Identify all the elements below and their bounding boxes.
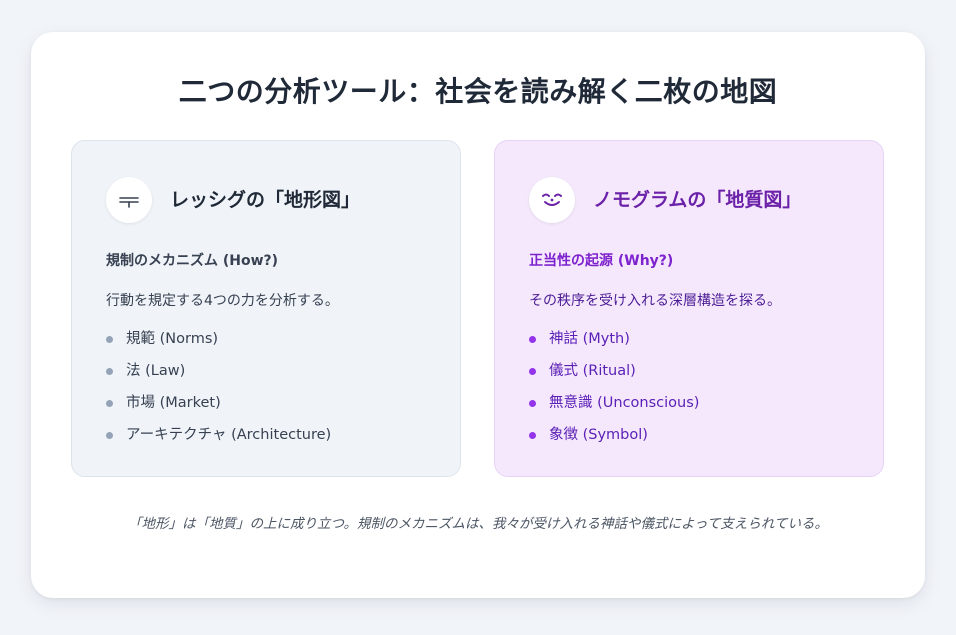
bullet-icon	[529, 368, 536, 375]
road-icon	[106, 177, 152, 223]
bullet-icon	[529, 400, 536, 407]
bullet-icon	[106, 432, 113, 439]
list-item: 市場 (Market)	[106, 393, 331, 425]
panel-description: 行動を規定する4つの力を分析する。	[106, 293, 339, 309]
list-item: 無意識 (Unconscious)	[529, 393, 699, 425]
structure-list: 神話 (Myth) 儀式 (Ritual) 無意識 (Unconscious) …	[529, 329, 699, 457]
panel-description: その秩序を受け入れる深層構造を探る。	[529, 293, 781, 309]
bullet-icon	[529, 432, 536, 439]
bullet-icon	[529, 336, 536, 343]
force-list: 規範 (Norms) 法 (Law) 市場 (Market) アーキテクチャ (…	[106, 329, 331, 457]
list-item: 儀式 (Ritual)	[529, 361, 699, 393]
bullet-icon	[106, 400, 113, 407]
panel-heading: ノモグラムの「地質図」	[593, 189, 802, 211]
list-item: 象徴 (Symbol)	[529, 425, 699, 457]
list-item: 規範 (Norms)	[106, 329, 331, 361]
bullet-icon	[106, 368, 113, 375]
nomogram-geological-map-panel: ノモグラムの「地質図」 正当性の起源 (Why?) その秩序を受け入れる深層構造…	[494, 140, 884, 477]
list-item: 神話 (Myth)	[529, 329, 699, 361]
mask-icon	[529, 177, 575, 223]
footer-note: 「地形」は「地質」の上に成り立つ。規制のメカニズムは、我々が受け入れる神話や儀式…	[128, 516, 828, 532]
lessig-topographic-map-panel: レッシグの「地形図」 規制のメカニズム (How?) 行動を規定する4つの力を分…	[71, 140, 461, 477]
list-item: アーキテクチャ (Architecture)	[106, 425, 331, 457]
list-item: 法 (Law)	[106, 361, 331, 393]
bullet-icon	[106, 336, 113, 343]
panel-heading: レッシグの「地形図」	[170, 189, 361, 211]
page-title: 二つの分析ツール：社会を読み解く二枚の地図	[178, 75, 778, 108]
panel-subheading: 規制のメカニズム (How?)	[106, 253, 279, 269]
panel-subheading: 正当性の起源 (Why?)	[529, 253, 674, 269]
